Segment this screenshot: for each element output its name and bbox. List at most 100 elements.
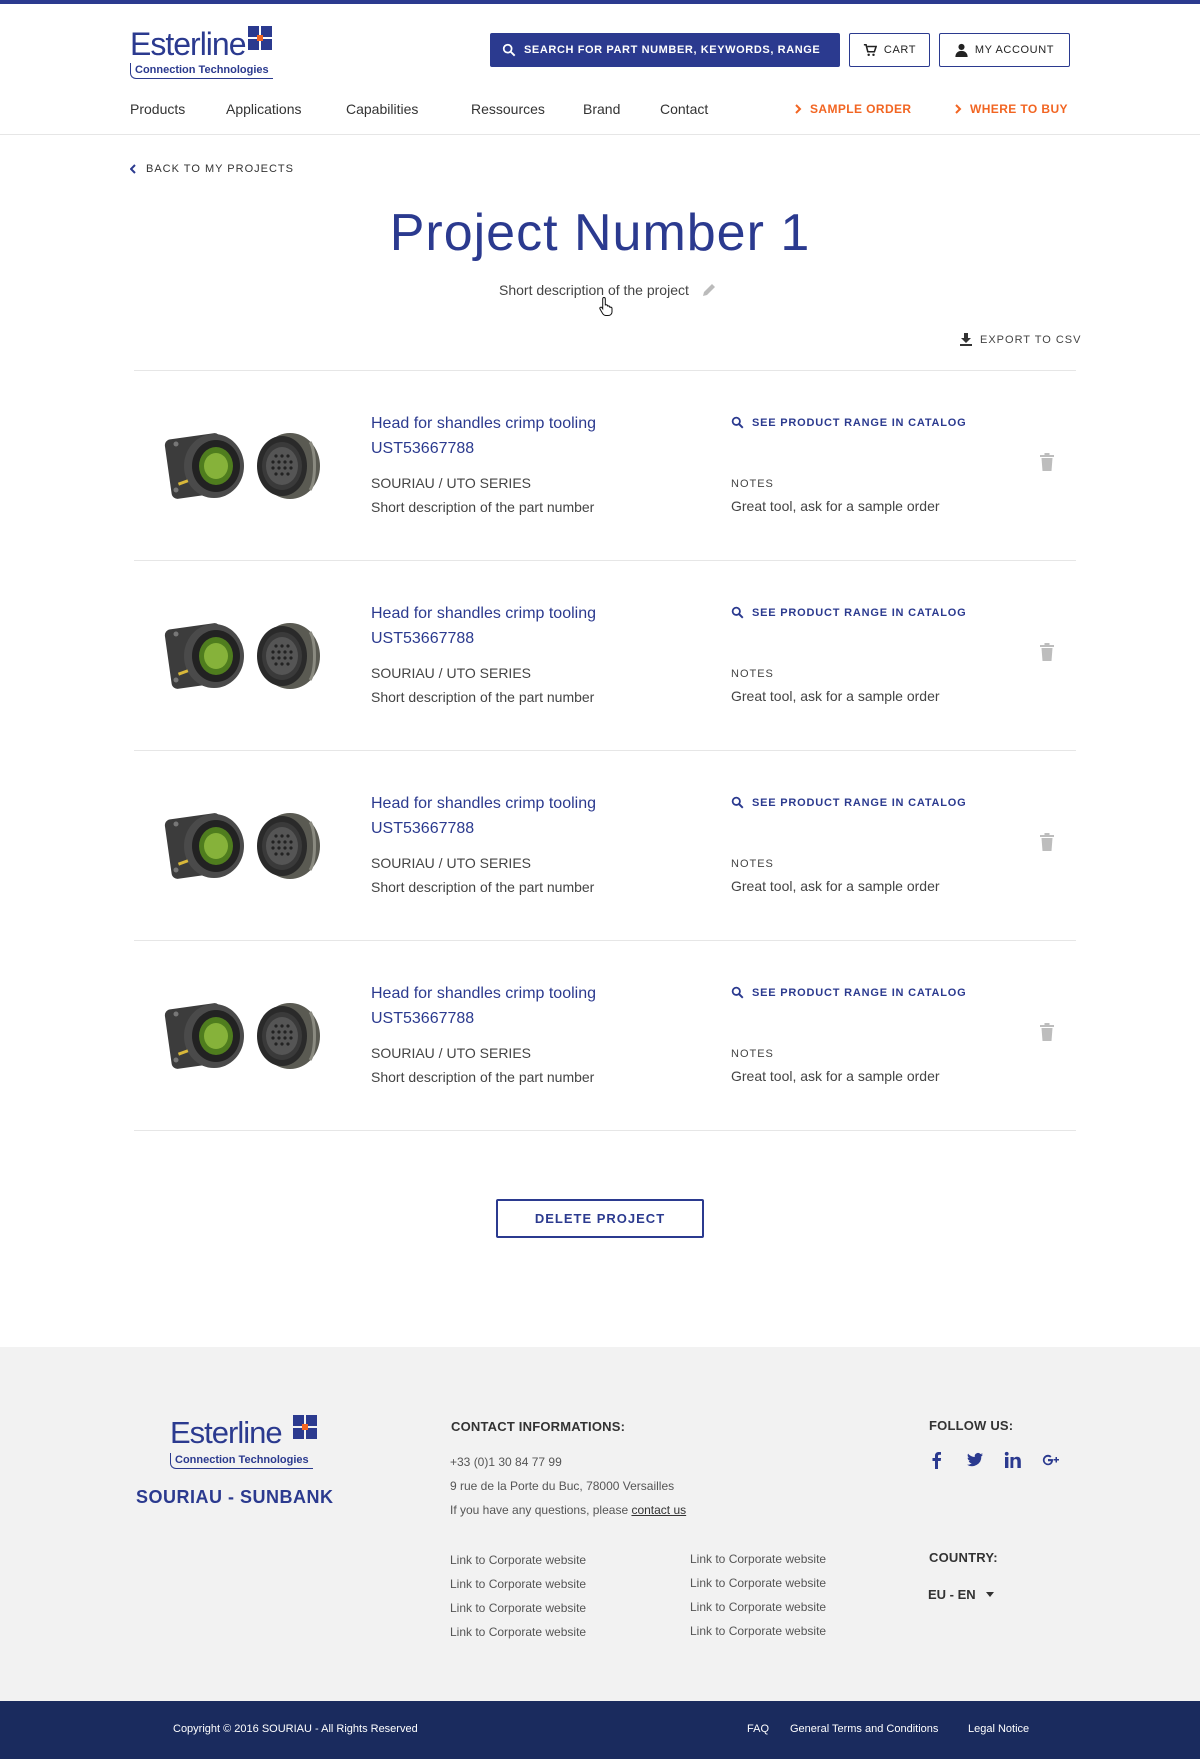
country-heading: COUNTRY: xyxy=(929,1550,998,1565)
linkedin-icon[interactable] xyxy=(1004,1451,1022,1469)
notes-label: NOTES xyxy=(731,1048,774,1060)
back-label: BACK TO MY PROJECTS xyxy=(146,163,294,175)
pencil-icon[interactable] xyxy=(701,282,717,298)
contact-heading: CONTACT INFORMATIONS: xyxy=(451,1419,626,1434)
logo-subtitle: Connection Technologies xyxy=(130,63,273,79)
nav-item-brand[interactable]: Brand xyxy=(583,101,620,117)
trash-icon[interactable] xyxy=(1040,643,1054,661)
cart-icon xyxy=(863,43,877,57)
product-name-link[interactable]: Head for shandles crimp tooling UST53667… xyxy=(371,981,631,1031)
chevron-left-icon xyxy=(130,164,136,174)
nav-item-products[interactable]: Products xyxy=(130,101,185,117)
product-series: SOURIAU / UTO SERIES xyxy=(371,1045,531,1061)
product-name-link[interactable]: Head for shandles crimp tooling UST53667… xyxy=(371,601,631,651)
product-name-link[interactable]: Head for shandles crimp tooling UST53667… xyxy=(371,411,631,461)
facebook-icon[interactable] xyxy=(928,1451,946,1469)
see-catalog-label: SEE PRODUCT RANGE IN CATALOG xyxy=(752,796,967,809)
corporate-website-link[interactable]: Link to Corporate website xyxy=(690,1600,826,1614)
search-label: SEARCH FOR PART NUMBER, KEYWORDS, RANGE xyxy=(524,44,821,56)
connector-product-image xyxy=(164,623,320,689)
sample-order-link[interactable]: SAMPLE ORDER xyxy=(795,102,911,116)
contact-us-link[interactable]: contact us xyxy=(631,1503,686,1517)
trash-icon[interactable] xyxy=(1040,833,1054,851)
corporate-website-link[interactable]: Link to Corporate website xyxy=(450,1577,586,1591)
corporate-website-link[interactable]: Link to Corporate website xyxy=(450,1601,586,1615)
project-description-text: Short description of the project xyxy=(499,282,689,298)
copyright-text: Copyright © 2016 SOURIAU - All Rights Re… xyxy=(173,1723,418,1735)
site-header: Esterline Connection Technologies SEARCH… xyxy=(0,4,1200,135)
product-description: Short description of the part number xyxy=(371,689,595,705)
see-catalog-link[interactable]: SEE PRODUCT RANGE IN CATALOG xyxy=(731,606,967,619)
product-name-link[interactable]: Head for shandles crimp tooling UST53667… xyxy=(371,791,631,841)
project-product-row: Head for shandles crimp tooling UST53667… xyxy=(134,371,1076,561)
notes-value: Great tool, ask for a sample order xyxy=(731,498,940,514)
nav-item-contact[interactable]: Contact xyxy=(660,101,708,117)
search-button[interactable]: SEARCH FOR PART NUMBER, KEYWORDS, RANGE xyxy=(490,33,840,67)
country-selector[interactable]: EU - EN xyxy=(928,1587,994,1602)
cart-button[interactable]: CART xyxy=(849,33,930,67)
product-series: SOURIAU / UTO SERIES xyxy=(371,665,531,681)
back-to-projects-link[interactable]: BACK TO MY PROJECTS xyxy=(130,163,294,175)
my-account-button[interactable]: MY ACCOUNT xyxy=(939,33,1070,67)
export-csv-link[interactable]: EXPORT TO CSV xyxy=(960,333,1081,346)
corporate-website-link[interactable]: Link to Corporate website xyxy=(450,1625,586,1639)
logo-squares-icon xyxy=(248,26,272,50)
nav-item-capabilities[interactable]: Capabilities xyxy=(346,101,418,117)
corporate-website-link[interactable]: Link to Corporate website xyxy=(450,1553,586,1567)
country-value: EU - EN xyxy=(928,1587,976,1602)
footer-brand: SOURIAU - SUNBANK xyxy=(136,1487,334,1507)
connector-product-image xyxy=(164,433,320,499)
faq-link[interactable]: FAQ xyxy=(747,1723,769,1735)
nav-item-applications[interactable]: Applications xyxy=(226,101,302,117)
search-icon xyxy=(731,416,744,429)
logo-wordmark: Esterline xyxy=(130,26,246,62)
trash-icon[interactable] xyxy=(1040,453,1054,471)
see-catalog-link[interactable]: SEE PRODUCT RANGE IN CATALOG xyxy=(731,416,967,429)
notes-value: Great tool, ask for a sample order xyxy=(731,688,940,704)
see-catalog-label: SEE PRODUCT RANGE IN CATALOG xyxy=(752,416,967,429)
chevron-right-icon xyxy=(955,104,962,114)
contact-address: 9 rue de la Porte du Buc, 78000 Versaill… xyxy=(450,1479,675,1493)
see-catalog-link[interactable]: SEE PRODUCT RANGE IN CATALOG xyxy=(731,796,967,809)
delete-project-button[interactable]: DELETE PROJECT xyxy=(496,1199,704,1238)
contact-phone: +33 (0)1 30 84 77 99 xyxy=(450,1455,562,1469)
search-icon xyxy=(731,986,744,999)
esterline-logo[interactable]: Esterline Connection Technologies xyxy=(130,24,274,82)
google-plus-icon[interactable] xyxy=(1042,1451,1060,1469)
contact-question: If you have any questions, please contac… xyxy=(450,1503,686,1517)
search-icon xyxy=(502,43,516,57)
logo-squares-icon xyxy=(293,1415,317,1439)
footer-esterline-logo[interactable]: Esterline Connection Technologies xyxy=(170,1415,320,1471)
connector-product-image xyxy=(164,813,320,879)
product-series: SOURIAU / UTO SERIES xyxy=(371,475,531,491)
trash-icon[interactable] xyxy=(1040,1023,1054,1041)
product-description: Short description of the part number xyxy=(371,499,595,515)
export-label: EXPORT TO CSV xyxy=(980,333,1082,346)
corporate-website-link[interactable]: Link to Corporate website xyxy=(690,1552,826,1566)
project-product-list: Head for shandles crimp tooling UST53667… xyxy=(134,370,1076,1131)
terms-link[interactable]: General Terms and Conditions xyxy=(790,1723,938,1735)
nav-item-ressources[interactable]: Ressources xyxy=(471,101,545,117)
contact-question-text: If you have any questions, please xyxy=(450,1503,632,1517)
download-icon xyxy=(960,333,972,346)
product-series: SOURIAU / UTO SERIES xyxy=(371,855,531,871)
see-catalog-label: SEE PRODUCT RANGE IN CATALOG xyxy=(752,606,967,619)
see-catalog-label: SEE PRODUCT RANGE IN CATALOG xyxy=(752,986,967,999)
corporate-website-link[interactable]: Link to Corporate website xyxy=(690,1576,826,1590)
twitter-icon[interactable] xyxy=(966,1451,984,1469)
sample-order-label: SAMPLE ORDER xyxy=(810,102,912,116)
see-catalog-link[interactable]: SEE PRODUCT RANGE IN CATALOG xyxy=(731,986,967,999)
follow-heading: FOLLOW US: xyxy=(929,1418,1014,1433)
search-icon xyxy=(731,606,744,619)
notes-value: Great tool, ask for a sample order xyxy=(731,1068,940,1084)
corporate-website-link[interactable]: Link to Corporate website xyxy=(690,1624,826,1638)
product-description: Short description of the part number xyxy=(371,879,595,895)
project-product-row: Head for shandles crimp tooling UST53667… xyxy=(134,561,1076,751)
product-description: Short description of the part number xyxy=(371,1069,595,1085)
caret-down-icon xyxy=(985,1592,994,1597)
where-to-buy-link[interactable]: WHERE TO BUY xyxy=(955,102,1068,116)
hand-pointer-icon xyxy=(599,296,613,316)
legal-notice-link[interactable]: Legal Notice xyxy=(968,1723,1029,1735)
project-product-row: Head for shandles crimp tooling UST53667… xyxy=(134,751,1076,941)
notes-label: NOTES xyxy=(731,858,774,870)
